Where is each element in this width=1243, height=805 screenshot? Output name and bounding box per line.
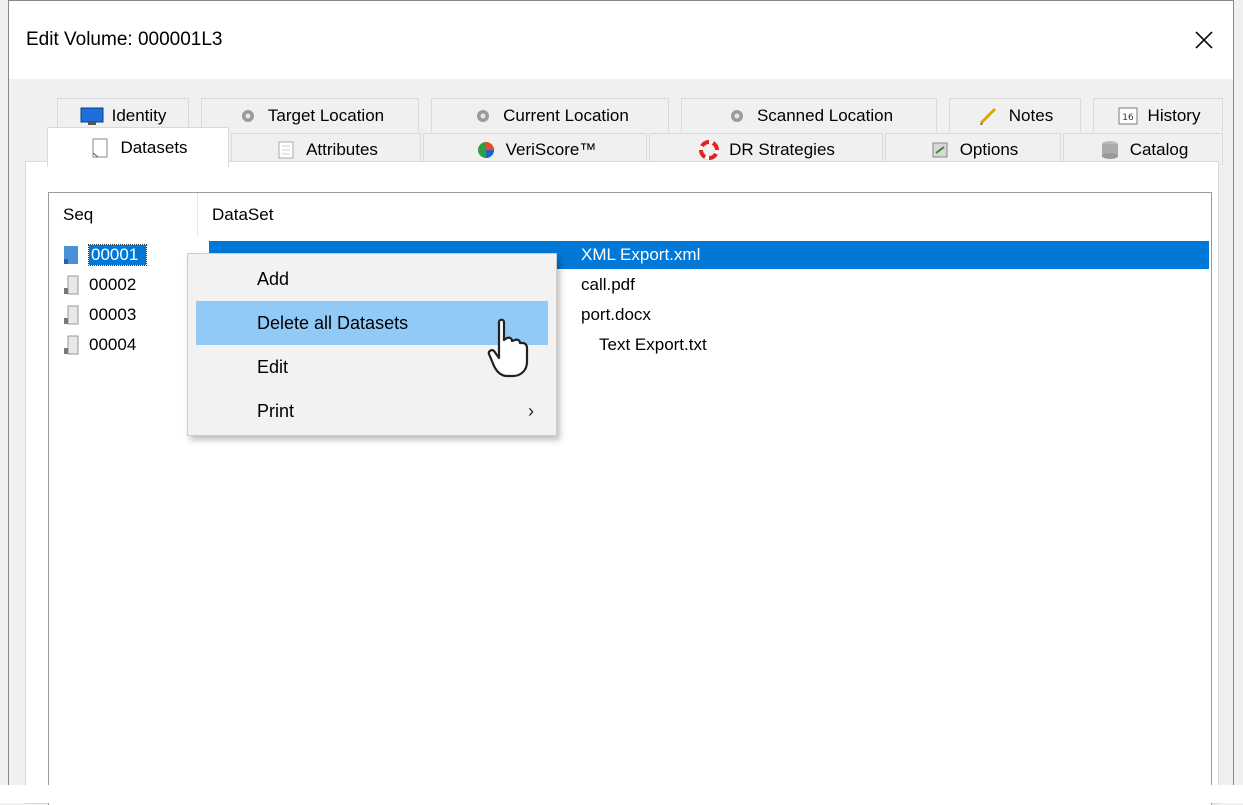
- tab-label: Current Location: [503, 105, 629, 125]
- tab-label: Identity: [111, 105, 167, 125]
- hand-cursor-icon: [487, 318, 529, 378]
- tape-icon: [64, 246, 78, 264]
- dataset-cell: call.pdf: [581, 275, 635, 294]
- tab-label: Notes: [1008, 105, 1054, 125]
- tab-target-location[interactable]: Target Location: [201, 98, 419, 132]
- tab-label: Catalog: [1129, 139, 1189, 159]
- calendar-icon: 16: [1118, 107, 1138, 124]
- seq-cell: 00004: [89, 335, 137, 354]
- tab-label: History: [1147, 105, 1201, 125]
- tab-label: VeriScore™: [505, 139, 597, 159]
- tape-icon: [64, 305, 79, 325]
- gear-icon: [477, 109, 490, 122]
- options-icon: [932, 142, 948, 157]
- menu-item-add[interactable]: Add: [188, 257, 556, 301]
- tab-history[interactable]: 16 History: [1093, 98, 1223, 132]
- column-header-dataset[interactable]: DataSet: [198, 193, 1198, 237]
- menu-item-print[interactable]: Print ›: [188, 389, 556, 433]
- document-icon: [92, 138, 108, 157]
- svg-text:16: 16: [1122, 113, 1134, 123]
- tab-current-location[interactable]: Current Location: [431, 98, 669, 132]
- database-icon: [1101, 140, 1118, 159]
- gear-icon: [241, 109, 254, 122]
- gear-icon: [730, 109, 743, 122]
- seq-cell: 00003: [89, 305, 137, 324]
- tape-icon: [64, 335, 79, 355]
- dataset-cell: port.docx: [581, 305, 651, 324]
- tab-label: DR Strategies: [729, 139, 835, 159]
- tab-label: Target Location: [267, 105, 385, 125]
- pie-chart-icon: [477, 141, 494, 158]
- lifebuoy-icon: [699, 139, 720, 160]
- tab-notes[interactable]: Notes: [949, 98, 1081, 132]
- tab-datasets[interactable]: Datasets: [47, 127, 229, 167]
- dataset-cell: Text Export.txt: [599, 335, 707, 354]
- tab-scanned-location[interactable]: Scanned Location: [681, 98, 937, 132]
- tab-label: Datasets: [120, 137, 188, 157]
- tab-label: Scanned Location: [756, 105, 894, 125]
- tab-label: Attributes: [306, 139, 378, 159]
- column-header-seq[interactable]: Seq: [49, 193, 197, 237]
- close-icon: [1195, 31, 1213, 49]
- submenu-arrow-icon: ›: [528, 400, 534, 421]
- seq-cell: 00001: [87, 244, 148, 266]
- title-bar: Edit Volume: 000001L3: [9, 1, 1233, 79]
- monitor-icon: [80, 107, 104, 125]
- list-icon: [278, 141, 294, 158]
- close-button[interactable]: [1175, 1, 1233, 79]
- tab-label: Options: [959, 139, 1019, 159]
- dataset-cell: XML Export.xml: [581, 245, 701, 264]
- window-title: Edit Volume: 000001L3: [26, 29, 223, 50]
- bottom-edge: [0, 785, 1243, 803]
- tape-icon: [64, 275, 79, 295]
- pencil-icon: [979, 107, 996, 125]
- seq-cell: 00002: [89, 275, 137, 294]
